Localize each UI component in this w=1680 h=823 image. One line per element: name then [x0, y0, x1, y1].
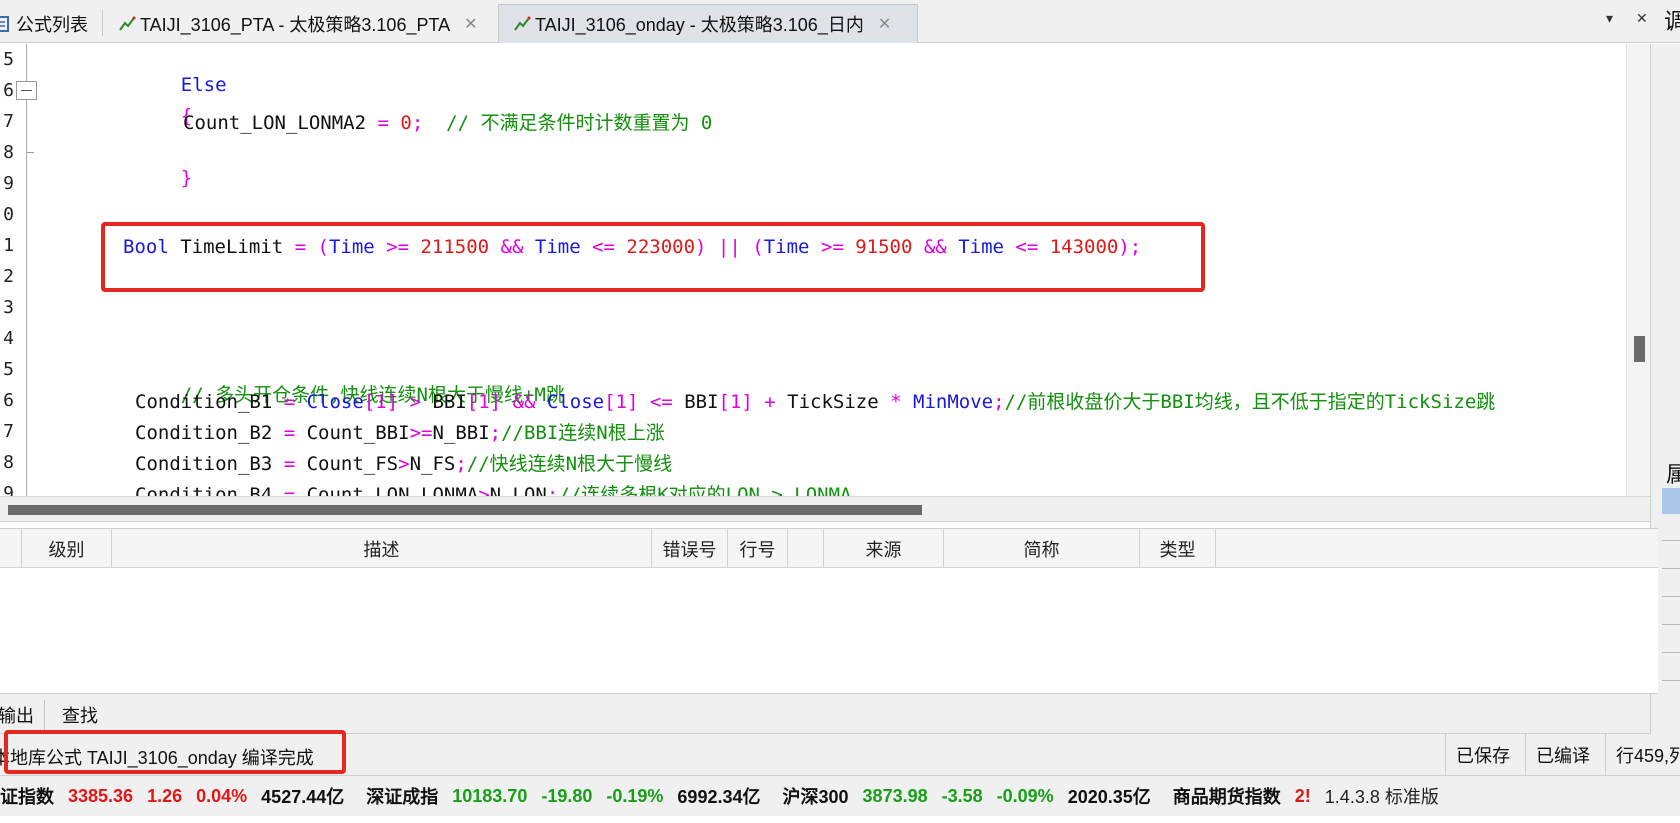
cursor-position: 行459,列: [1605, 734, 1680, 776]
tab-separator: [44, 700, 45, 730]
properties-selected-row[interactable]: [1662, 488, 1680, 514]
line-number: 0: [3, 204, 14, 225]
column-header-blank[interactable]: [788, 529, 824, 568]
ticker-pct: -0.19%: [606, 785, 664, 806]
ticker-change: -19.80: [541, 785, 593, 806]
close-icon[interactable]: ✕: [464, 14, 477, 34]
compile-status-highlight-box: [4, 730, 346, 774]
saved-status: 已保存: [1445, 734, 1525, 776]
tab-separator: [102, 10, 103, 36]
ticker-amount: 6992.34亿: [677, 787, 761, 807]
code-editor[interactable]: 5 6 7 8 9 0 1 2 3 4 5 6 7 8 9 Else { Cou…: [0, 44, 1650, 496]
line-number: 9: [3, 173, 14, 194]
ticker-pct: 0.04%: [196, 785, 248, 806]
properties-panel-title: 属: [1666, 462, 1680, 487]
column-header-level[interactable]: 级别: [22, 529, 112, 568]
line-number: 7: [3, 111, 14, 132]
code-line-reset-count: Count_LON_LONMA2 = 0; // 不满足条件时计数重置为 0: [183, 112, 713, 134]
line-number: 9: [3, 483, 14, 496]
line-number: 4: [3, 328, 14, 349]
panel-row-divider: [1662, 624, 1680, 625]
ticker-name[interactable]: 深证成指: [366, 783, 438, 809]
code-line-close-brace: }: [180, 167, 193, 189]
output-tab-bar: 输出 查找: [0, 694, 1650, 734]
editor-vertical-scrollbar[interactable]: [1626, 44, 1650, 496]
column-header-error-number[interactable]: 错误号: [652, 529, 728, 568]
version-label: 1.4.3.8 标准版: [1324, 787, 1439, 807]
column-header-type[interactable]: 类型: [1140, 529, 1216, 568]
ticker-pct: -0.09%: [996, 785, 1054, 806]
tab-taiji-pta[interactable]: TAIJI_3106_PTA - 太极策略3.106_PTA ✕: [118, 4, 498, 43]
ticker-amount: 4527.44亿: [261, 787, 345, 807]
fold-guide: [26, 100, 27, 152]
panel-row-divider: [1662, 596, 1680, 597]
ticker-name[interactable]: 上证指数: [0, 783, 54, 809]
line-number: 2: [3, 266, 14, 287]
tab-label: TAIJI_3106_onday - 太极策略3.106_日内: [535, 15, 864, 35]
column-header-line-number[interactable]: 行号: [728, 529, 788, 568]
ticker-price: 10183.70: [452, 785, 528, 806]
close-all-icon[interactable]: ✕: [1636, 10, 1648, 27]
tab-label: 公式列表: [16, 14, 88, 35]
line-number: 7: [3, 421, 14, 442]
formula-list-icon: [0, 15, 12, 33]
tab-taiji-onday[interactable]: TAIJI_3106_onday - 太极策略3.106_日内 ✕: [498, 4, 918, 43]
panel-row-divider: [1662, 652, 1680, 653]
close-icon[interactable]: ✕: [878, 14, 891, 34]
tab-bar: 公式列表 TAIJI_3106_PTA - 太极策略3.106_PTA ✕ TA…: [0, 0, 1680, 43]
vertical-scroll-thumb[interactable]: [1634, 336, 1645, 362]
horizontal-scroll-thumb[interactable]: [8, 505, 922, 515]
row-indicator-header: [0, 529, 22, 568]
market-ticker-bar: 上证指数 3385.36 1.26 0.04% 4527.44亿 深证成指 10…: [0, 776, 1680, 816]
ticker-amount: 2020.35亿: [1067, 787, 1151, 807]
collapse-block-icon[interactable]: [16, 81, 37, 100]
line-number: 8: [3, 142, 14, 163]
ticker-price: 3385.36: [68, 785, 134, 806]
column-header-description[interactable]: 描述: [112, 529, 652, 568]
code-line-condition-b4: Condition_B4 = Count_LON_LONMA>N_LON;//连…: [135, 484, 852, 496]
fold-guide: [26, 152, 27, 496]
line-number: 8: [3, 452, 14, 473]
strategy-chart-icon: [513, 15, 531, 33]
panel-row-divider: [1662, 568, 1680, 569]
line-number: 3: [3, 297, 14, 318]
code-line-condition-b3: Condition_B3 = Count_FS>N_FS;//快线连续N根大于慢…: [135, 453, 673, 475]
timelimit-highlight-box: [101, 222, 1205, 292]
fold-end-marker: [26, 152, 34, 153]
column-header-source[interactable]: 来源: [824, 529, 944, 568]
error-table-header: 级别 描述 错误号 行号 来源 简称 类型: [0, 529, 1658, 568]
ticker-price: 3873.98: [862, 785, 928, 806]
code-line-condition-b1: Condition_B1 = Close[1] > BBI[1] && Clos…: [135, 391, 1496, 413]
ticker-change: -3.58: [941, 785, 983, 806]
panel-row-divider: [1662, 680, 1680, 681]
tab-find[interactable]: 查找: [62, 700, 98, 730]
tab-list-dropdown-icon[interactable]: ▾: [1606, 10, 1613, 27]
tab-formula-list[interactable]: 公式列表: [0, 4, 96, 43]
status-bar: 本地库公式 TAIJI_3106_onday 编译完成 已保存 已编译 行459…: [0, 730, 1680, 776]
ticker-price: 2!: [1294, 785, 1311, 806]
panel-row-divider: [1662, 540, 1680, 541]
compiled-status: 已编译: [1525, 734, 1605, 776]
ticker-name[interactable]: 沪深300: [783, 783, 849, 809]
right-panel-title: 调: [1664, 9, 1680, 34]
editor-horizontal-scrollbar[interactable]: [0, 496, 1650, 522]
strategy-chart-icon: [118, 15, 136, 33]
line-number: 1: [3, 235, 14, 256]
fold-guide: [26, 44, 27, 81]
line-number: 5: [3, 49, 14, 70]
code-line-condition-b2: Condition_B2 = Count_BBI>=N_BBI;//BBI连续N…: [135, 422, 665, 444]
tab-output[interactable]: 输出: [0, 700, 34, 730]
line-number: 5: [3, 359, 14, 380]
line-number-gutter: 5 6 7 8 9 0 1 2 3 4 5 6 7 8 9: [0, 44, 26, 496]
ticker-change: 1.26: [147, 785, 183, 806]
line-number: 6: [3, 390, 14, 411]
line-number: 6: [3, 80, 14, 101]
error-list-table: 级别 描述 错误号 行号 来源 简称 类型: [0, 528, 1658, 694]
tab-label: TAIJI_3106_PTA - 太极策略3.106_PTA: [140, 14, 451, 35]
ticker-name[interactable]: 商品期货指数: [1173, 783, 1281, 809]
column-header-short-name[interactable]: 简称: [944, 529, 1140, 568]
